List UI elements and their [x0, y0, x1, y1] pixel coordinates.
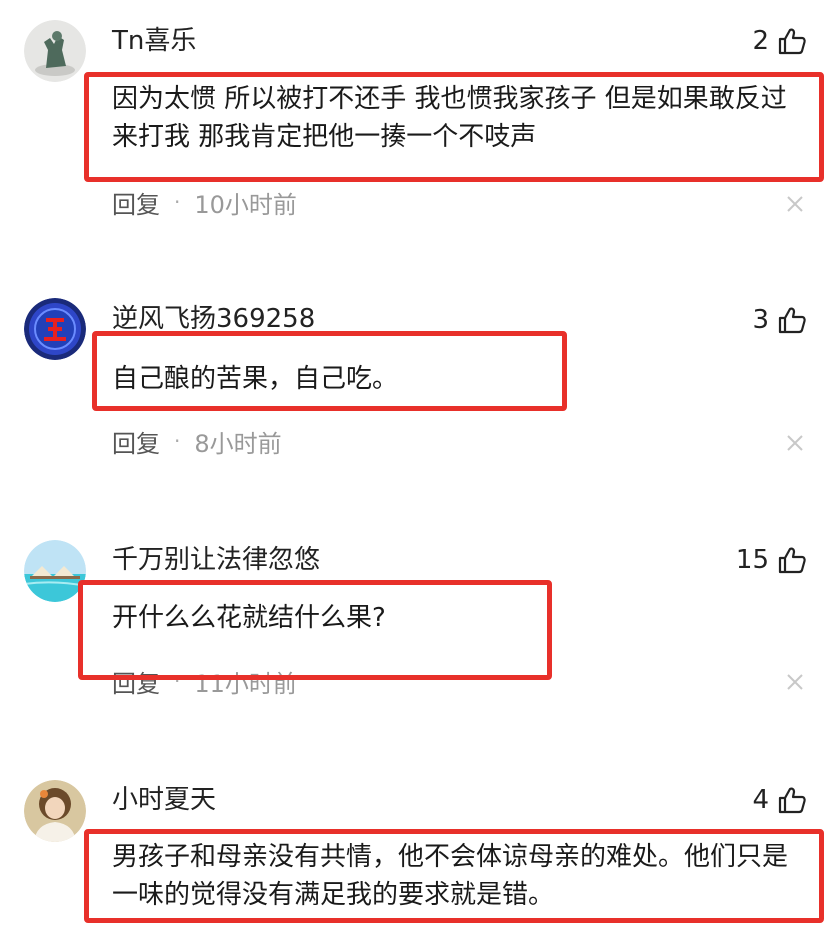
comment-item: Tn喜乐 2 因为太惯 所以被打不还手 我也惯我家孩子 但是如果敢反过来打我 那…	[0, 0, 825, 260]
like-button[interactable]: 2	[752, 24, 807, 58]
like-count: 4	[752, 785, 769, 815]
separator-dot: ·	[174, 429, 181, 453]
comment-time: 8小时前	[194, 429, 282, 458]
thumbs-up-icon	[777, 785, 807, 815]
separator-dot: ·	[174, 669, 181, 693]
comment-time: 10小时前	[194, 190, 297, 219]
thumbs-up-icon	[777, 26, 807, 56]
comment-text: 自己酿的苦果，自己吃。	[112, 364, 399, 394]
comment-meta: 回复 · 11小时前	[112, 664, 297, 698]
user-avatar[interactable]	[24, 20, 86, 82]
reply-button[interactable]: 回复	[112, 664, 160, 699]
thumbs-up-icon	[777, 305, 807, 335]
close-icon[interactable]	[785, 672, 805, 692]
like-count: 15	[735, 545, 769, 575]
close-icon[interactable]	[785, 433, 805, 453]
username[interactable]: 千万别让法律忽悠	[112, 543, 320, 577]
like-count: 3	[752, 305, 769, 335]
username[interactable]: Tn喜乐	[112, 24, 196, 58]
user-avatar[interactable]	[24, 540, 86, 602]
comment-text: 男孩子和母亲没有共情，他不会体谅母亲的难处。他们只是一味的觉得没有满足我的要求就…	[112, 842, 789, 910]
comment-meta: 回复 · 8小时前	[112, 424, 282, 458]
figurine-avatar-icon	[24, 20, 86, 82]
comment-text: 因为太惯 所以被打不还手 我也惯我家孩子 但是如果敢反过来打我 那我肯定把他一揍…	[112, 84, 787, 152]
like-count: 2	[752, 26, 769, 56]
username[interactable]: 逆风飞扬369258	[112, 302, 315, 336]
beach-scene-avatar-icon	[24, 540, 86, 602]
wang-emblem-avatar-icon	[24, 298, 86, 360]
user-avatar[interactable]	[24, 780, 86, 842]
separator-dot: ·	[174, 190, 181, 214]
username[interactable]: 小时夏天	[112, 783, 216, 817]
like-button[interactable]: 3	[752, 303, 807, 337]
reply-button[interactable]: 回复	[112, 185, 160, 220]
like-button[interactable]: 15	[736, 543, 807, 577]
like-button[interactable]: 4	[752, 783, 807, 817]
thumbs-up-icon	[777, 545, 807, 575]
reply-button[interactable]: 回复	[112, 424, 160, 459]
comment-meta: 回复 · 10小时前	[112, 185, 297, 219]
close-icon[interactable]	[785, 194, 805, 214]
comment-time: 11小时前	[194, 669, 297, 698]
girl-portrait-avatar-icon	[24, 780, 86, 842]
user-avatar[interactable]	[24, 298, 86, 360]
comment-text: 开什么么花就结什么果?	[112, 603, 386, 633]
